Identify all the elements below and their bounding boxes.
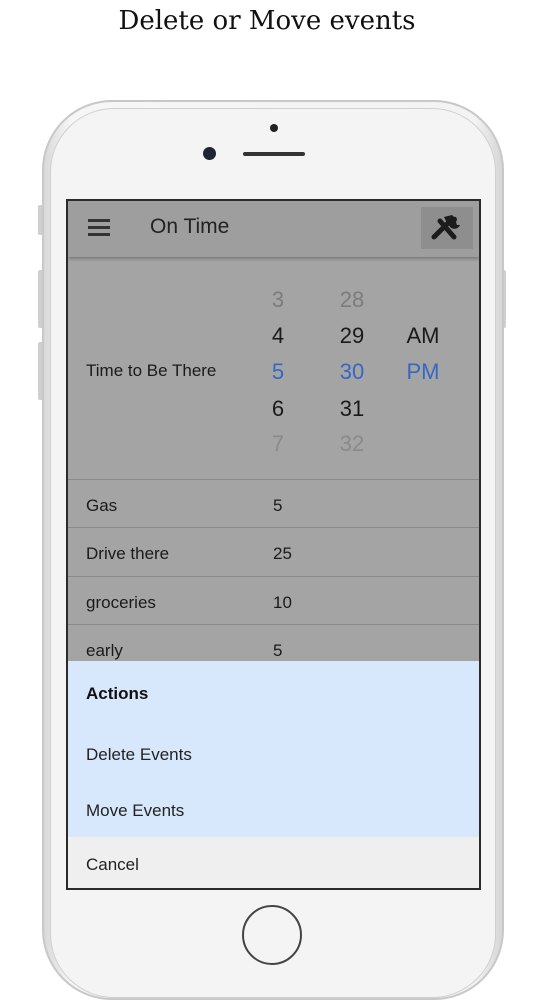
cancel-button[interactable]: Cancel [68,837,479,888]
app-bar: On Time [68,201,479,257]
event-minutes[interactable]: 25 [273,544,292,564]
minute-option[interactable]: 32 [328,431,376,451]
cancel-label: Cancel [86,855,139,874]
action-sheet-title: Actions [86,684,149,703]
minute-option-selected[interactable]: 30 [328,359,376,385]
hour-option[interactable]: 3 [258,287,298,313]
app-title: On Time [150,215,230,238]
row-divider [68,624,479,625]
event-name[interactable]: Drive there [86,544,169,564]
event-minutes[interactable]: 5 [273,496,282,516]
event-minutes[interactable]: 10 [273,593,292,613]
phone-home-button[interactable] [242,905,302,965]
time-picker-label: Time to Be There [86,361,217,380]
hour-option-selected[interactable]: 5 [258,359,298,385]
action-sheet: Actions Delete Events Move Events [68,661,479,837]
tools-button[interactable] [421,207,473,249]
hamburger-menu-icon[interactable] [88,219,110,237]
hour-option[interactable]: 4 [258,323,298,349]
page-caption: Delete or Move events [118,6,416,36]
minute-option[interactable]: 31 [328,396,376,422]
minute-option[interactable]: 28 [328,287,376,313]
phone-sensor [270,124,278,132]
period-option-selected[interactable]: PM [398,359,448,385]
hour-option[interactable]: 6 [258,396,298,422]
minute-option[interactable]: 29 [328,323,376,349]
phone-speaker [243,152,305,156]
row-divider [68,527,479,528]
event-name[interactable]: groceries [86,593,156,613]
move-events-button[interactable]: Move Events [86,801,184,821]
phone-camera [203,147,216,160]
app-screen: On Time Time to Be There 3 4 5 6 7 28 29… [66,199,481,890]
hammer-wrench-icon [431,215,460,240]
row-divider [68,576,479,577]
event-name[interactable]: early [86,641,123,661]
event-name[interactable]: Gas [86,496,117,516]
period-option[interactable]: AM [398,323,448,349]
row-divider [68,479,479,480]
delete-events-button[interactable]: Delete Events [86,745,192,765]
event-minutes[interactable]: 5 [273,641,282,661]
hour-option[interactable]: 7 [258,431,298,451]
